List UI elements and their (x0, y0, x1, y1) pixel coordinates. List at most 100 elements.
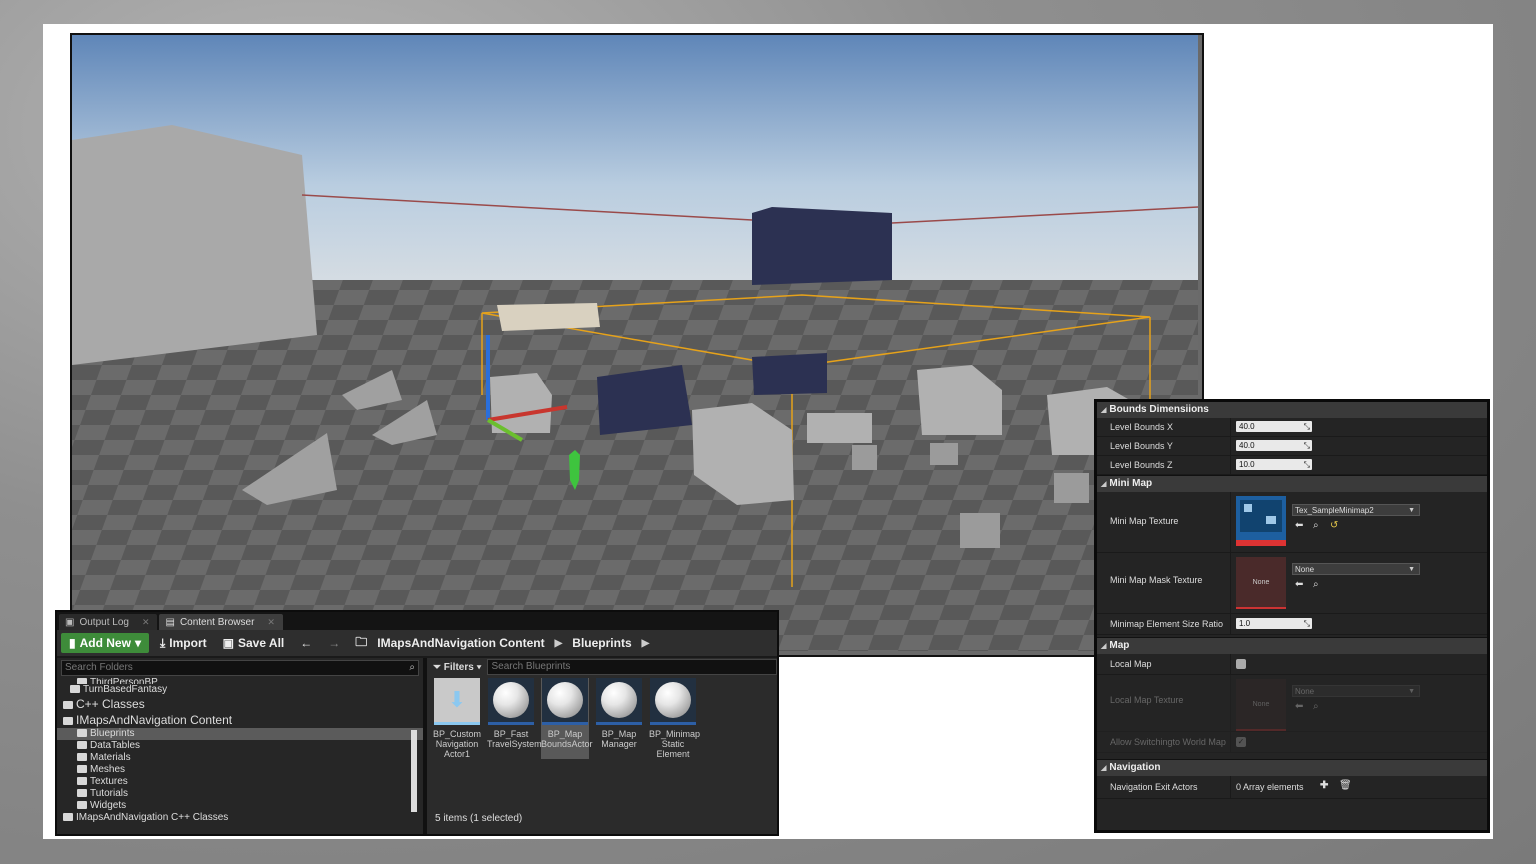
collapse-icon: ◢ (1101, 765, 1107, 772)
minimap-texture-combo[interactable]: Tex_SampleMinimap2 ▼ (1292, 504, 1420, 516)
bounds-input[interactable]: 40.0 ⤡ (1236, 440, 1312, 451)
section-minimap-header[interactable]: ◢ Mini Map (1097, 475, 1487, 492)
column-divider[interactable] (1230, 456, 1231, 474)
property-label: Mini Map Mask Texture (1110, 575, 1203, 585)
folder-tree-item[interactable]: Meshes (57, 764, 423, 776)
close-icon[interactable]: ✕ (142, 617, 150, 628)
import-button[interactable]: ⤓ Import (155, 633, 212, 654)
large-building (72, 125, 317, 365)
asset-tile[interactable]: BP_Map BoundsActor (541, 678, 593, 759)
size-ratio-input[interactable]: 1.0 ⤡ (1236, 618, 1312, 629)
use-selected-icon[interactable]: ⬅ (1295, 520, 1303, 531)
asset-search-placeholder: Search Blueprints (491, 661, 571, 672)
folder-tree-item[interactable]: IMapsAndNavigation Content (57, 712, 423, 728)
section-bounds-header[interactable]: ◢ Bounds Dimensiions (1097, 402, 1487, 418)
chevron-down-icon: ▼ (1408, 507, 1415, 514)
local-map-checkbox[interactable] (1236, 659, 1246, 669)
section-map-header[interactable]: ◢ Map (1097, 637, 1487, 654)
asset-filter-bar: ⏷ Filters ▾ Search Blueprints (427, 658, 777, 676)
combo-value: None (1295, 565, 1315, 574)
blue-building (752, 207, 892, 285)
bounds-row: Level Bounds Y 40.0 ⤡ (1097, 437, 1487, 456)
folder-tree-item[interactable]: Widgets (57, 800, 423, 812)
column-divider[interactable] (1230, 553, 1231, 613)
level-viewport[interactable] (70, 33, 1204, 657)
folder-tree-item[interactable]: C++ Classes (57, 696, 423, 712)
mask-texture-combo[interactable]: None ▼ (1292, 563, 1420, 575)
asset-search-input[interactable]: Search Blueprints (487, 659, 777, 675)
folder-label: Blueprints (90, 728, 135, 739)
folder-search-input[interactable]: Search Folders ⌕ (61, 660, 419, 676)
bounds-row: Level Bounds Z 10.0 ⤡ (1097, 456, 1487, 475)
input-value: 40.0 (1239, 422, 1255, 431)
section-navigation-header[interactable]: ◢ Navigation (1097, 759, 1487, 776)
add-new-button[interactable]: ▮ Add New ▾ (61, 633, 149, 653)
filters-button[interactable]: ⏷ Filters ▾ (433, 662, 481, 673)
asset-tile[interactable]: BP_Minimap Static Element (649, 678, 700, 759)
forward-button[interactable]: → (323, 633, 345, 653)
use-selected-icon[interactable]: ⬅ (1295, 579, 1303, 590)
folder-label: Meshes (90, 764, 126, 775)
column-divider[interactable] (1230, 776, 1231, 798)
property-label: Level Bounds X (1110, 422, 1174, 432)
drag-arrows-icon: ⤡ (1303, 460, 1310, 469)
chevron-right-icon[interactable]: ▶ (555, 638, 563, 649)
folder-tree-item[interactable]: Tutorials (57, 788, 423, 800)
download-arrow-icon: ⬇ (447, 687, 467, 712)
folder-tree-item[interactable]: TurnBasedFantasy (57, 684, 423, 696)
add-icon[interactable]: ✚ (1320, 780, 1328, 791)
input-value: 40.0 (1239, 441, 1255, 450)
bounds-input[interactable]: 10.0 ⤡ (1236, 459, 1312, 470)
mask-texture-thumbnail[interactable]: None (1236, 557, 1286, 609)
save-all-button[interactable]: ▣ Save All (218, 633, 290, 653)
collapse-icon: ◢ (1101, 407, 1107, 414)
folder-tree-item[interactable]: Materials (57, 752, 423, 764)
allow-switch-row: Allow Switchingto World Map ✓ (1097, 732, 1487, 753)
browse-icon[interactable]: ⌕ (1313, 520, 1319, 531)
property-label: Navigation Exit Actors (1110, 782, 1198, 792)
asset-thumbnail (488, 678, 534, 725)
import-label: Import (169, 636, 207, 650)
minimap-texture-thumbnail[interactable] (1236, 496, 1286, 546)
asset-tile[interactable]: ⬇ BP_Custom Navigation Actor1 (433, 678, 481, 759)
property-label: Level Bounds Z (1110, 460, 1173, 470)
asset-thumbnail: ⬇ (434, 678, 480, 725)
asset-tile[interactable]: BP_Fast TravelSystem (487, 678, 542, 759)
content-browser-toolbar: ▮ Add New ▾ ⤓ Import ▣ Save All ← → 🗀 IM… (57, 630, 777, 656)
folder-label: IMapsAndNavigation Content (76, 713, 233, 727)
scrollbar[interactable] (411, 730, 417, 812)
sphere-icon (547, 682, 583, 718)
filter-icon: ⏷ (433, 661, 441, 673)
folder-tree-item[interactable]: DataTables (57, 740, 423, 752)
reset-icon[interactable]: ↺ (1330, 520, 1338, 531)
column-divider[interactable] (1230, 437, 1231, 455)
breadcrumb-item[interactable]: Blueprints (572, 636, 631, 650)
asset-name: BP_Fast TravelSystem (487, 729, 542, 749)
column-divider[interactable] (1230, 732, 1231, 752)
folder-tree-item[interactable]: IMapsAndNavigation C++ Classes (57, 812, 423, 824)
bounds-input[interactable]: 40.0 ⤡ (1236, 421, 1312, 432)
trash-icon[interactable]: 🗑 (1339, 780, 1352, 791)
back-button[interactable]: ← (295, 633, 317, 653)
column-divider[interactable] (1230, 654, 1231, 674)
tab-label: Output Log (79, 616, 129, 628)
tab-output-log[interactable]: ▣ Output Log ✕ (59, 614, 158, 630)
local-map-row: Local Map (1097, 654, 1487, 675)
browse-icon[interactable]: ⌕ (1313, 579, 1319, 590)
folder-tree-item[interactable]: Textures (57, 776, 423, 788)
asset-tile[interactable]: BP_Map Manager (595, 678, 643, 759)
column-divider[interactable] (1230, 492, 1231, 552)
folder-label: IMapsAndNavigation C++ Classes (76, 812, 229, 823)
chevron-down-icon: ▼ (1408, 566, 1415, 573)
column-divider[interactable] (1230, 418, 1231, 436)
close-icon[interactable]: ✕ (267, 617, 275, 628)
folder-tree-item[interactable]: Blueprints (57, 728, 423, 740)
tab-content-browser[interactable]: ▤ Content Browser ✕ (159, 614, 283, 630)
breadcrumb-item[interactable]: IMapsAndNavigation Content (377, 636, 544, 650)
column-divider[interactable] (1230, 675, 1231, 731)
folder-icon (77, 741, 87, 749)
filters-label: Filters (443, 661, 474, 673)
chevron-right-icon[interactable]: ▶ (642, 638, 650, 649)
column-divider[interactable] (1230, 614, 1231, 634)
folder-icon (77, 753, 87, 761)
